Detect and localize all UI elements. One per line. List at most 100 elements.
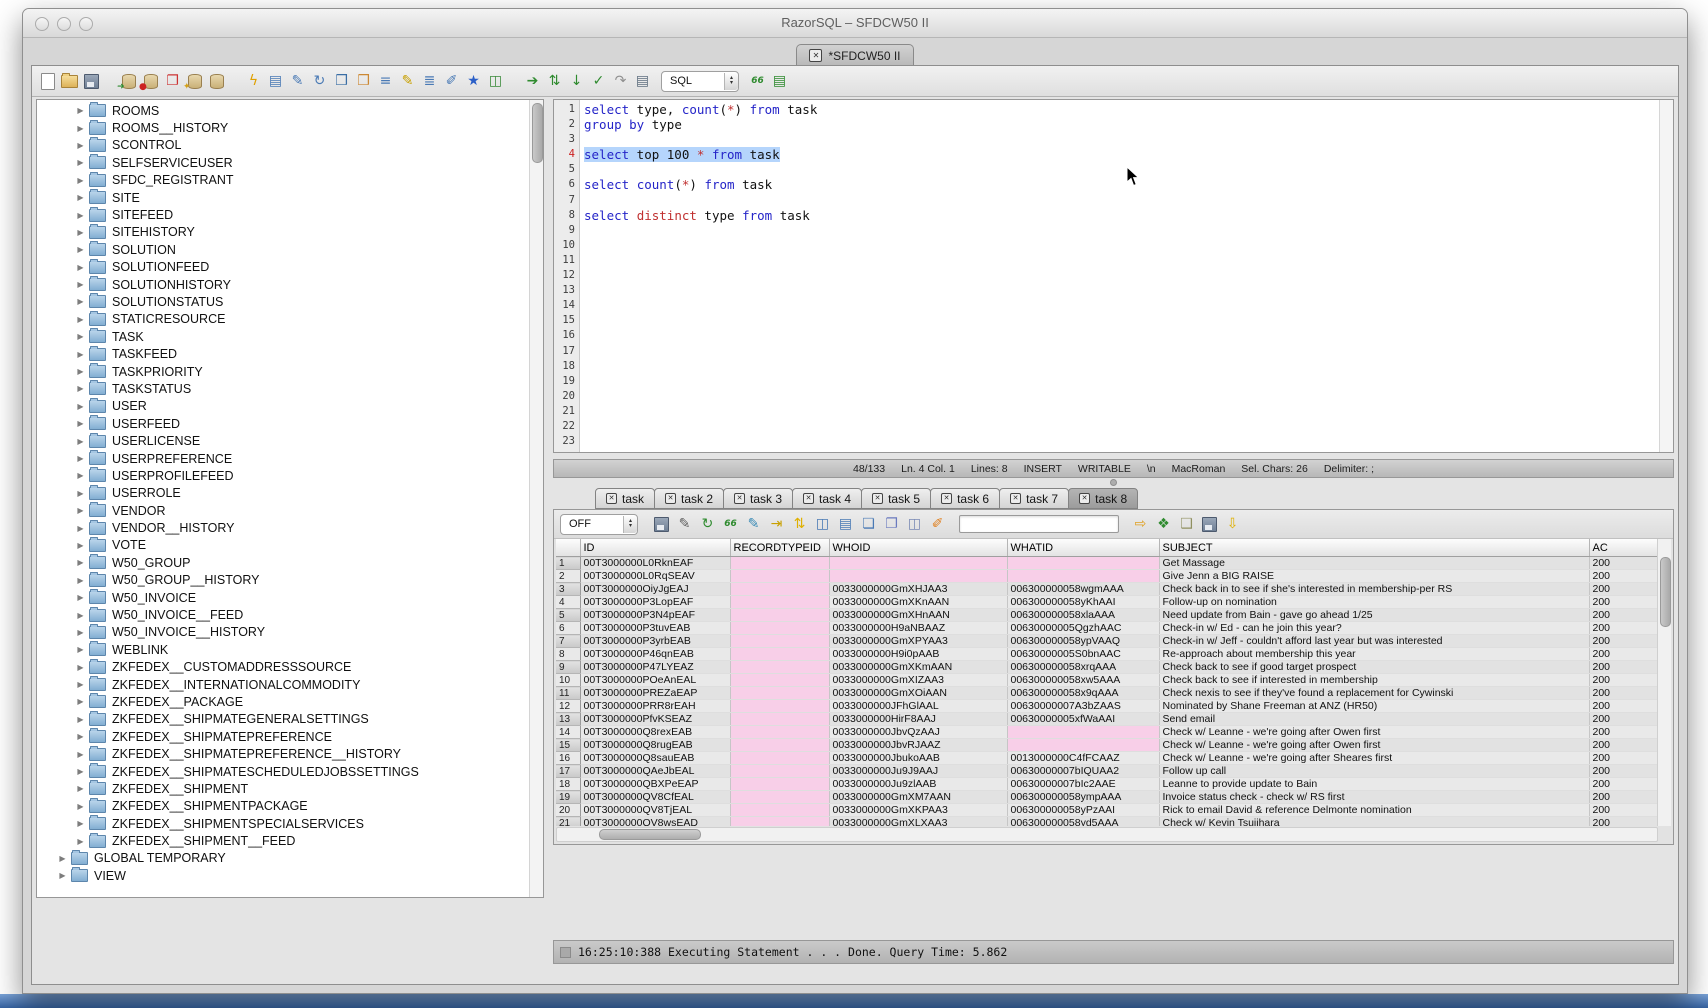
cell-whoid[interactable]: 0033000000GmXKnAAN [829,596,1007,609]
cell-whatid[interactable]: 00630000007A3bZAAS [1007,700,1159,713]
row-number[interactable]: 12 [556,700,580,713]
cell-whoid[interactable]: 0033000000GmXIZAA3 [829,674,1007,687]
commit-icon[interactable]: ✓ [589,72,608,91]
cell-recordtypeid[interactable] [730,752,829,765]
row-number[interactable]: 21 [556,817,580,827]
row-number[interactable]: 2 [556,570,580,583]
disclosure-triangle-icon[interactable]: ▶ [75,419,86,428]
row-number[interactable]: 10 [556,674,580,687]
splitter[interactable] [553,478,1674,486]
cell-id[interactable]: 00T3000000L0RqSEAV [580,570,730,583]
cell-whatid[interactable]: 00630000005QgzhAAC [1007,622,1159,635]
code-line[interactable] [584,344,1659,359]
tree-item[interactable]: ▶USERFEED [37,415,529,432]
tree-item[interactable]: ▶ROOMS__HISTORY [37,119,529,136]
cell-whatid[interactable]: 006300000058ypVAAQ [1007,635,1159,648]
cell-recordtypeid[interactable] [730,609,829,622]
cell-whoid[interactable]: 0033000000GmXPYAA3 [829,635,1007,648]
cell-whatid[interactable]: 00630000005xfWaAAI [1007,713,1159,726]
disconnect-icon[interactable]: ● [141,72,160,91]
cell-whoid[interactable]: 0033000000JbvQzAAJ [829,726,1007,739]
tree-item[interactable]: ▶SOLUTIONSTATUS [37,293,529,310]
row-number[interactable]: 9 [556,661,580,674]
editor-scrollbar[interactable] [1659,100,1673,452]
code-line[interactable]: select type, count(*) from task [584,102,1659,117]
tree-item[interactable]: ▶SFDC_REGISTRANT [37,172,529,189]
table-row[interactable]: 400T3000000P3LopEAF0033000000GmXKnAAN006… [556,596,1658,609]
row-number[interactable]: 5 [556,609,580,622]
table-row[interactable]: 1600T3000000Q8sauEAB0033000000JbukoAAB00… [556,752,1658,765]
close-result-tab-icon[interactable]: ✕ [803,493,814,504]
cell-whatid[interactable]: 006300000058yKhAAI [1007,596,1159,609]
table-row[interactable]: 1400T3000000Q8rexEAB0033000000JbvQzAAJCh… [556,726,1658,739]
table-row[interactable]: 1100T3000000PREZaEAP0033000000GmXOiAAN00… [556,687,1658,700]
view-record-icon[interactable]: 66 [721,515,740,534]
disclosure-triangle-icon[interactable]: ▶ [75,645,86,654]
cell-whatid[interactable] [1007,726,1159,739]
describe-icon[interactable]: ✎ [398,72,417,91]
tree-item[interactable]: ▶ZKFEDEX__SHIPMENT__FEED [37,832,529,849]
cell-whoid[interactable]: 0033000000H9i0pAAB [829,648,1007,661]
code-line[interactable] [584,298,1659,313]
grid-vscroll-thumb[interactable] [1660,557,1671,627]
cell-subject[interactable]: Check w/ Leanne - we're going after Owen… [1159,726,1589,739]
table-row[interactable]: 900T3000000P47LYEAZ0033000000GmXKmAAN006… [556,661,1658,674]
download-icon[interactable]: ⇩ [1223,515,1242,534]
tree-item[interactable]: ▶ZKFEDEX__SHIPMENTPACKAGE [37,798,529,815]
disclosure-triangle-icon[interactable]: ▶ [75,750,86,759]
disclosure-triangle-icon[interactable]: ▶ [75,593,86,602]
sql-editor[interactable]: 1234567891011121314151617181920212223 se… [553,99,1674,453]
cell-ac[interactable]: 200 [1589,687,1658,700]
save-results-icon[interactable] [652,515,671,534]
close-tab-icon[interactable]: ✕ [809,49,822,62]
cell-recordtypeid[interactable] [730,635,829,648]
tree-item[interactable]: ▶WEBLINK [37,641,529,658]
disclosure-triangle-icon[interactable]: ▶ [75,454,86,463]
paste-icon[interactable]: ❑ [1177,515,1196,534]
disclosure-triangle-icon[interactable]: ▶ [75,176,86,185]
tree-item[interactable]: ▶W50_INVOICE [37,589,529,606]
disclosure-triangle-icon[interactable]: ▶ [75,732,86,741]
row-number[interactable]: 15 [556,739,580,752]
refresh-results-icon[interactable]: ↻ [698,515,717,534]
disclosure-triangle-icon[interactable]: ▶ [75,245,86,254]
row-number[interactable]: 16 [556,752,580,765]
cell-ac[interactable]: 200 [1589,674,1658,687]
cell-subject[interactable]: Invoice status check - check w/ RS first [1159,791,1589,804]
result-tab[interactable]: ✕task 2 [654,488,724,509]
row-number[interactable]: 18 [556,778,580,791]
table-row[interactable]: 1900T3000000QV8CfEAL0033000000GmXM7AAN00… [556,791,1658,804]
table-refresh-icon[interactable]: ◫ [813,515,832,534]
table-row[interactable]: 1300T3000000PfvKSEAZ0033000000HirF8AAJ00… [556,713,1658,726]
disclosure-triangle-icon[interactable]: ▶ [75,697,86,706]
disclosure-triangle-icon[interactable]: ▶ [75,541,86,550]
close-result-tab-icon[interactable]: ✕ [734,493,745,504]
cell-whoid[interactable] [829,557,1007,570]
cell-subject[interactable]: Check nexis to see if they've found a re… [1159,687,1589,700]
row-number[interactable]: 8 [556,648,580,661]
refresh-pages-icon[interactable]: ↻ [310,72,329,91]
disclosure-triangle-icon[interactable]: ▶ [75,228,86,237]
disclosure-triangle-icon[interactable]: ▶ [75,628,86,637]
result-tab-active[interactable]: ✕task 8 [1068,488,1138,509]
cell-whoid[interactable]: 0033000000GmXKPAA3 [829,804,1007,817]
cell-id[interactable]: 00T3000000QV8CfEAL [580,791,730,804]
tree-scrollbar[interactable] [529,100,543,897]
tree-item[interactable]: ▶STATICRESOURCE [37,311,529,328]
code-line[interactable]: select count(*) from task [584,177,1659,192]
execute-all-icon[interactable]: ⇅ [545,72,564,91]
row-number[interactable]: 1 [556,557,580,570]
cell-recordtypeid[interactable] [730,674,829,687]
cell-recordtypeid[interactable] [730,700,829,713]
page-icon[interactable]: ❏ [859,515,878,534]
cell-subject[interactable]: Rick to email David & reference Delmonte… [1159,804,1589,817]
tree-item[interactable]: ▶SELFSERVICEUSER [37,154,529,171]
table-row[interactable]: 800T3000000P46qnEAB0033000000H9i0pAAB006… [556,648,1658,661]
cell-whatid[interactable]: 0013000000C4fFCAAZ [1007,752,1159,765]
disclosure-triangle-icon[interactable]: ▶ [75,802,86,811]
tree-item[interactable]: ▶ZKFEDEX__SHIPMENT [37,780,529,797]
cell-id[interactable]: 00T3000000P46qnEAB [580,648,730,661]
disclosure-triangle-icon[interactable]: ▶ [75,489,86,498]
row-number[interactable]: 7 [556,635,580,648]
cell-ac[interactable]: 200 [1589,583,1658,596]
